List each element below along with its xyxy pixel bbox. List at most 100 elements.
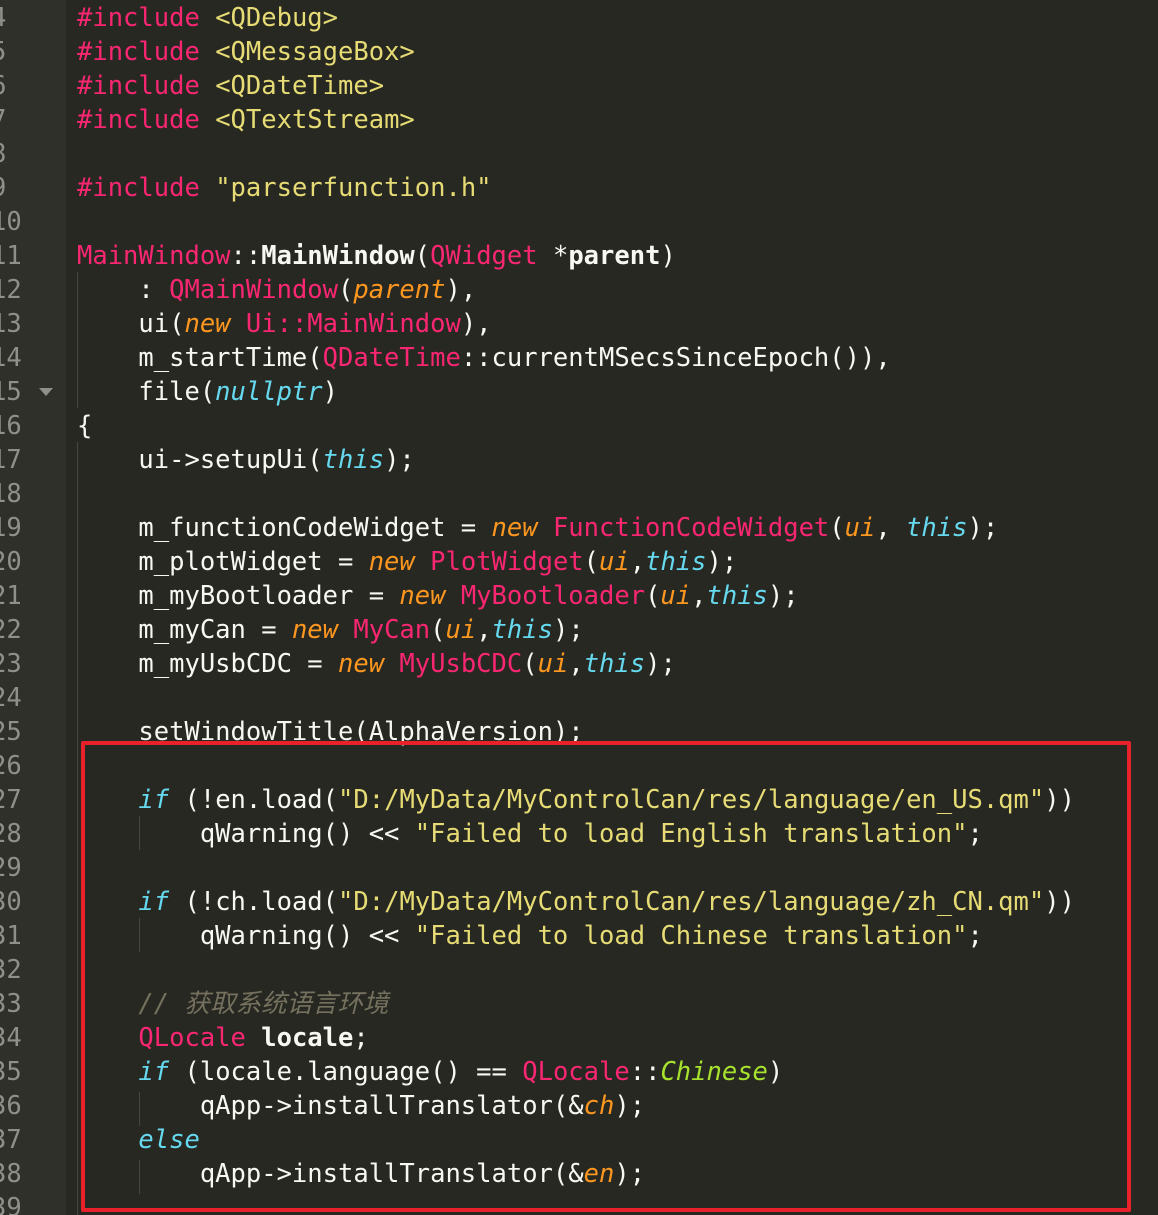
code-token: MyCan [353,615,431,645]
line-number: 34 [0,1023,22,1053]
code-token: m_myBootloader = [77,581,400,611]
code-token: m_startTime( [77,343,323,373]
code-token: parent [568,241,661,271]
code-line[interactable]: 5 #include <QMessageBox> [0,35,1158,69]
code-token: <QDebug> [215,3,339,33]
code-text: m_functionCodeWidget = new FunctionCodeW… [77,511,998,545]
code-line[interactable]: 17 ui->setupUi(this); [0,443,1158,477]
code-text: ui->setupUi(this); [77,443,415,477]
code-token: m_functionCodeWidget = [77,513,492,543]
code-line[interactable]: 4 #include <QDebug> [0,1,1158,35]
code-token: ui [537,649,569,679]
fold-arrow-icon[interactable] [39,388,53,396]
code-line[interactable]: 8 [0,137,1158,171]
line-number: 32 [0,955,22,985]
line-number: 21 [0,581,22,611]
code-token: , [691,581,707,611]
code-token: ui [660,581,692,611]
code-token: QMainWindow [169,275,339,305]
line-number: 5 [0,35,51,69]
code-line[interactable]: 11MainWindow::MainWindow(QWidget *parent… [0,239,1158,273]
code-line[interactable]: 19 m_functionCodeWidget = new FunctionCo… [0,511,1158,545]
code-token: ( [414,241,431,271]
code-token: ( [338,275,354,305]
line-number: 6 [0,69,51,103]
line-number: 20 [0,547,22,577]
code-token: ); [967,513,999,543]
code-token: : [77,275,170,305]
code-text: m_plotWidget = new PlotWidget(ui,this); [77,545,737,579]
code-text: #include <QDebug> [77,1,338,35]
code-token: ) [660,241,676,271]
code-token: ( [583,547,600,577]
code-token: this [491,615,553,645]
code-token: ui [445,615,477,645]
code-line[interactable]: 13 ui(new Ui::MainWindow), [0,307,1158,341]
code-token: this [706,581,768,611]
code-line[interactable]: 24 [0,681,1158,715]
code-line[interactable]: 23 m_myUsbCDC = new MyUsbCDC(ui,this); [0,647,1158,681]
code-token: this [322,445,385,475]
code-token: nullptr [215,377,323,407]
code-token: #include [77,3,200,33]
line-number: 30 [0,887,22,917]
code-text: #include <QDateTime> [77,69,384,103]
code-token: new [291,615,338,645]
code-token: FunctionCodeWidget [552,513,830,543]
code-line[interactable]: 10 [0,205,1158,239]
code-token: { [77,411,93,441]
code-text: : QMainWindow(parent), [77,273,476,307]
line-number: 7 [0,103,51,137]
code-token: QDateTime [322,343,461,373]
code-line[interactable]: 16 { [0,409,1158,443]
code-token: ui( [77,309,185,339]
line-number: 18 [0,479,22,509]
code-token: new [399,581,446,611]
code-token: ui [599,547,630,577]
code-token: new [368,547,415,577]
line-number: 28 [0,819,22,849]
line-number: 37 [0,1125,22,1155]
line-number: 14 [0,343,22,373]
code-line[interactable]: 18 [0,477,1158,511]
code-line[interactable]: 15 file(nullptr) [0,375,1158,409]
line-number: 39 [0,1193,22,1215]
line-number: 8 [0,137,51,171]
line-number: 13 [0,309,22,339]
code-token: this [583,649,646,679]
code-token: MyBootloader [460,581,646,611]
code-token: ); [552,615,584,645]
code-token: ); [706,547,738,577]
code-token: <QTextStream> [215,105,415,135]
code-token: ); [384,445,415,475]
code-token: ( [430,615,446,645]
code-token: PlotWidget [430,547,584,577]
code-line[interactable]: 6 #include <QDateTime> [0,69,1158,103]
code-token: new [491,513,538,543]
code-line[interactable]: 7 #include <QTextStream> [0,103,1158,137]
line-number: 36 [0,1091,22,1121]
code-token: new [338,649,385,679]
code-token: "parserfunction.h" [215,173,492,203]
code-token: , [875,513,907,543]
code-editor[interactable]: 4 #include <QDebug> 5 #include <QMessageBox… [0,0,1158,1215]
code-line[interactable]: 9 #include "parserfunction.h" [0,171,1158,205]
code-line[interactable]: 22 m_myCan = new MyCan(ui,this); [0,613,1158,647]
code-line[interactable]: 20 m_plotWidget = new PlotWidget(ui,this… [0,545,1158,579]
code-token: ( [522,649,538,679]
code-line[interactable]: 12 : QMainWindow(parent), [0,273,1158,307]
code-token: this [906,513,968,543]
code-line[interactable]: 14 m_startTime(QDateTime::currentMSecsSi… [0,341,1158,375]
line-number: 11 [0,241,22,271]
code-text: #include "parserfunction.h" [77,171,492,205]
code-line[interactable]: 21 m_myBootloader = new MyBootloader(ui,… [0,579,1158,613]
code-token: #include [77,71,200,101]
